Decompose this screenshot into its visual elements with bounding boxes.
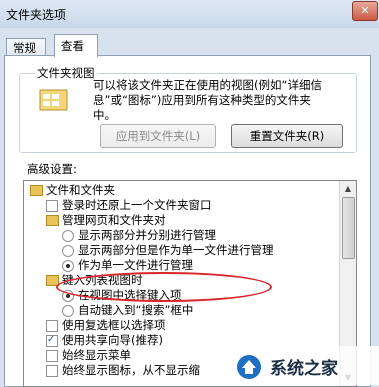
logo-icon — [237, 355, 261, 379]
reset-folders-button[interactable]: 重置文件夹(R) — [231, 124, 343, 148]
checkbox[interactable] — [46, 320, 58, 332]
folder-views-desc-3: 中。 — [93, 108, 116, 122]
folder-icon — [30, 185, 43, 196]
scrollbar-thumb[interactable] — [342, 197, 355, 259]
folder-views-desc-2: 息”或“图标”)应用到所有这种类型的文件夹 — [93, 93, 311, 107]
apply-to-folders-button[interactable]: 应用到文件夹(L) — [100, 124, 216, 148]
radio-button[interactable] — [62, 260, 74, 272]
radio-button[interactable] — [62, 305, 74, 317]
folder-views-label: 文件夹视图 — [35, 65, 97, 81]
highlight-annotation — [56, 272, 272, 302]
checkbox[interactable] — [46, 200, 58, 212]
folder-icon — [46, 215, 59, 226]
title-bar: 文件夹选项 ✕ — [0, 0, 379, 28]
radio-button[interactable] — [62, 245, 74, 257]
view-tab-panel: 文件夹视图 可以将该文件夹正在使用的视图(例如“详细信 息”或“图标”)应用到所… — [4, 55, 371, 387]
checkbox[interactable] — [46, 365, 58, 377]
folder-views-desc-1: 可以将该文件夹正在使用的视图(例如“详细信 — [93, 78, 322, 92]
tab-view[interactable]: 查看 — [54, 34, 98, 57]
window-title: 文件夹选项 — [6, 8, 67, 22]
folder-view-icon — [39, 89, 68, 111]
watermark-text: 系统之家 — [270, 359, 338, 379]
scroll-up-icon[interactable]: ▲ — [340, 181, 356, 197]
advanced-settings-label: 高级设置: — [27, 162, 77, 176]
checkbox[interactable] — [46, 350, 58, 362]
radio-button[interactable] — [62, 230, 74, 242]
checkbox[interactable] — [46, 333, 58, 347]
watermark: 系统之家 — [226, 346, 379, 385]
close-button[interactable]: ✕ — [352, 1, 378, 21]
